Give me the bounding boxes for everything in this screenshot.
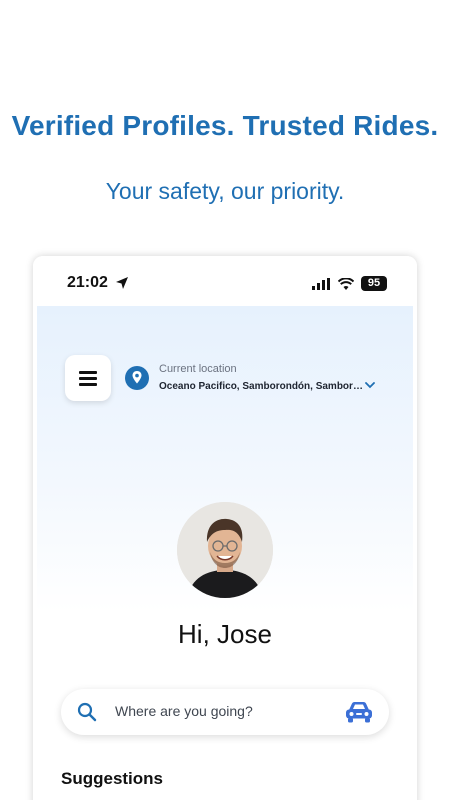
status-bar: 21:02 95 [33, 256, 417, 306]
avatar-image [177, 502, 273, 598]
current-location-label: Current location [159, 363, 237, 375]
suggestions-heading: Suggestions [61, 769, 164, 788]
menu-icon-bar [79, 383, 97, 386]
wifi-icon [338, 278, 354, 290]
car-icon[interactable] [343, 700, 375, 724]
chevron-down-icon[interactable] [365, 381, 375, 389]
search-icon [77, 702, 97, 722]
app-screen: Current location Oceano Pacifico, Sambor… [37, 306, 413, 800]
search-input[interactable]: Where are you going? [115, 703, 253, 719]
promo-headline: Verified Profiles. Trusted Rides. [11, 110, 439, 141]
destination-search-bar[interactable]: Where are you going? [61, 689, 389, 735]
phone-frame: 21:02 95 Current location Oceano Pacific… [33, 256, 417, 800]
signal-icon [312, 278, 330, 290]
menu-button[interactable] [65, 355, 111, 401]
location-arrow-icon [116, 277, 128, 289]
menu-icon [79, 371, 97, 374]
location-pin-icon [125, 366, 149, 390]
menu-icon-bar [79, 377, 97, 380]
current-location-value[interactable]: Oceano Pacifico, Samborondón, Samboron… [159, 381, 364, 392]
status-time: 21:02 [67, 274, 108, 291]
battery-indicator: 95 [361, 276, 387, 291]
promo-tagline: Your safety, our priority. [105, 178, 345, 204]
greeting-title: Hi, Jose [178, 619, 272, 649]
avatar[interactable] [177, 502, 273, 598]
